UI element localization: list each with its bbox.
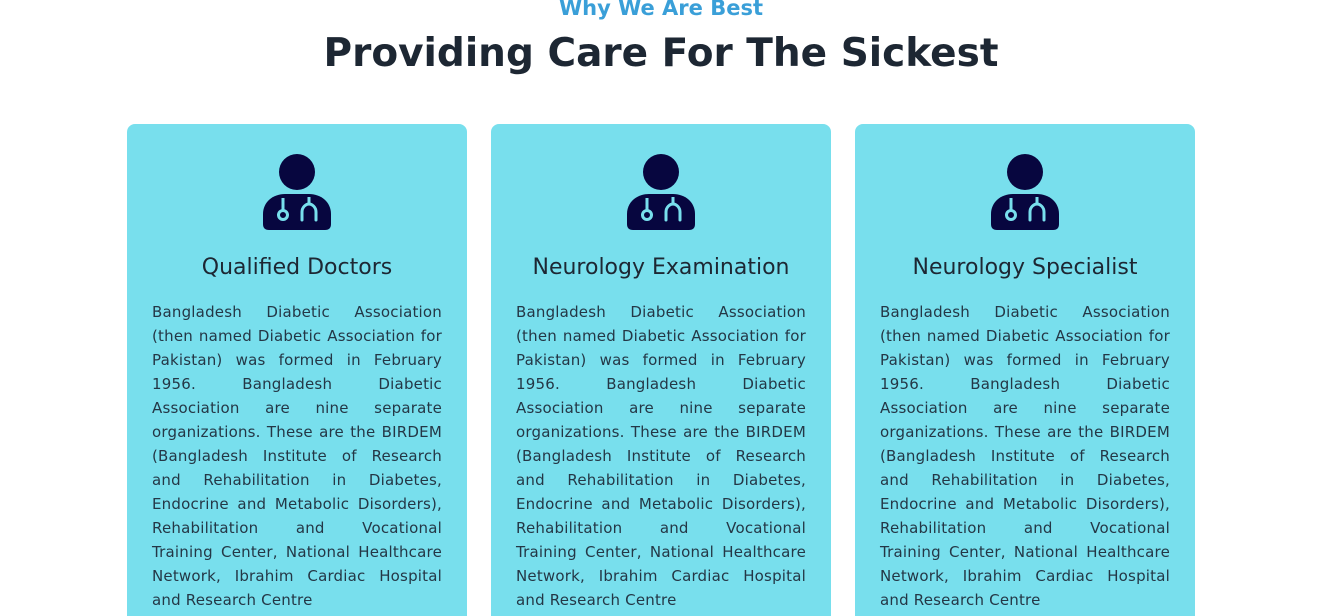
card-description: Bangladesh Diabetic Association (then na… <box>152 303 442 609</box>
feature-card-neurology-specialist: Neurology Specialist Bangladesh Diabetic… <box>855 124 1195 616</box>
card-title: Qualified Doctors <box>201 255 393 280</box>
doctor-stethoscope-icon <box>991 154 1059 230</box>
card-description: Bangladesh Diabetic Association (then na… <box>516 303 806 609</box>
card-title: Neurology Specialist <box>912 255 1138 280</box>
doctor-stethoscope-icon <box>627 154 695 230</box>
card-title: Neurology Examination <box>532 255 790 280</box>
doctor-stethoscope-icon <box>263 154 331 230</box>
feature-card-qualified-doctors: Qualified Doctors Bangladesh Diabetic As… <box>127 124 467 616</box>
section-title: Providing Care For The Sickest <box>323 31 999 76</box>
card-description: Bangladesh Diabetic Association (then na… <box>880 303 1170 609</box>
feature-cards: Qualified Doctors Bangladesh Diabetic As… <box>127 124 1195 616</box>
section-eyebrow: Why We Are Best <box>558 0 764 20</box>
why-we-are-best-section: Why We Are Best Providing Care For The S… <box>0 0 1329 616</box>
feature-card-neurology-examination: Neurology Examination Bangladesh Diabeti… <box>491 124 831 616</box>
